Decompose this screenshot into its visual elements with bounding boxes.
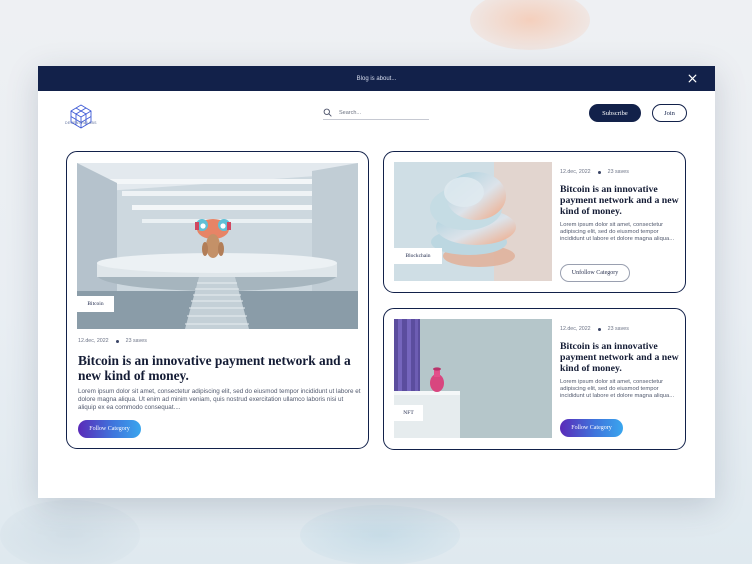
search-bar[interactable] [323, 107, 429, 120]
save-count: 23 saves [607, 326, 629, 332]
post-title[interactable]: Bitcoin is an innovative payment network… [78, 353, 358, 383]
background-blob [470, 0, 590, 50]
post-title[interactable]: Bitcoin is an innovative payment network… [560, 184, 680, 217]
background-blob [300, 505, 460, 564]
featured-post-card[interactable]: Bitcoin 12.dec, 2022 23 saves Bitcoin is… [66, 151, 369, 449]
save-count: 23 saves [125, 338, 147, 344]
subscribe-button[interactable]: Subscribe [589, 104, 641, 122]
post-date: 12.dec, 2022 [560, 326, 591, 332]
category-tag[interactable]: Bitcoin [77, 296, 114, 312]
post-title[interactable]: Bitcoin is an innovative payment network… [560, 341, 680, 374]
save-count: 23 saves [607, 169, 629, 175]
post-meta: 12.dec, 2022 23 saves [560, 169, 629, 175]
separator-dot [597, 327, 601, 331]
post-excerpt: Lorem ipsum dolor sit amet, consectetur … [560, 222, 675, 243]
brand-name: DECENTRALABS [65, 121, 97, 125]
close-icon[interactable] [687, 73, 698, 84]
post-excerpt: Lorem ipsum dolor sit amet, consectetur … [560, 379, 675, 400]
logo-cube-icon[interactable] [66, 102, 96, 132]
follow-category-button[interactable]: Follow Category [78, 420, 141, 438]
post-image-vase[interactable]: NFT [394, 319, 552, 438]
announcement-bar: Blog is about... [38, 66, 715, 91]
separator-dot [115, 339, 119, 343]
post-meta: 12.dec, 2022 23 saves [560, 326, 629, 332]
post-card[interactable]: Blockchain 12.dec, 2022 23 saves Bitcoin… [383, 151, 686, 293]
post-card[interactable]: NFT 12.dec, 2022 23 saves Bitcoin is an … [383, 308, 686, 450]
scene-illustration [77, 163, 358, 329]
post-date: 12.dec, 2022 [78, 338, 109, 344]
separator-dot [597, 170, 601, 174]
category-tag[interactable]: NFT [394, 405, 423, 421]
post-meta: 12.dec, 2022 23 saves [78, 338, 147, 344]
post-date: 12.dec, 2022 [560, 169, 591, 175]
search-icon [323, 108, 332, 117]
unfollow-category-button[interactable]: Unfollow Category [560, 264, 630, 282]
category-tag[interactable]: Blockchain [394, 248, 442, 264]
blog-window: Blog is about... DECENTRALABS Subscribe … [38, 66, 715, 498]
post-image-3d-character[interactable]: Bitcoin [77, 163, 358, 329]
post-image-abstract-discs[interactable]: Blockchain [394, 162, 552, 281]
join-button[interactable]: Join [652, 104, 687, 122]
follow-category-button[interactable]: Follow Category [560, 419, 623, 437]
announcement-text: Blog is about... [356, 75, 397, 82]
post-excerpt: Lorem ipsum dolor sit amet, consectetur … [78, 388, 361, 412]
search-input[interactable] [339, 108, 427, 118]
background-blob [0, 500, 140, 564]
